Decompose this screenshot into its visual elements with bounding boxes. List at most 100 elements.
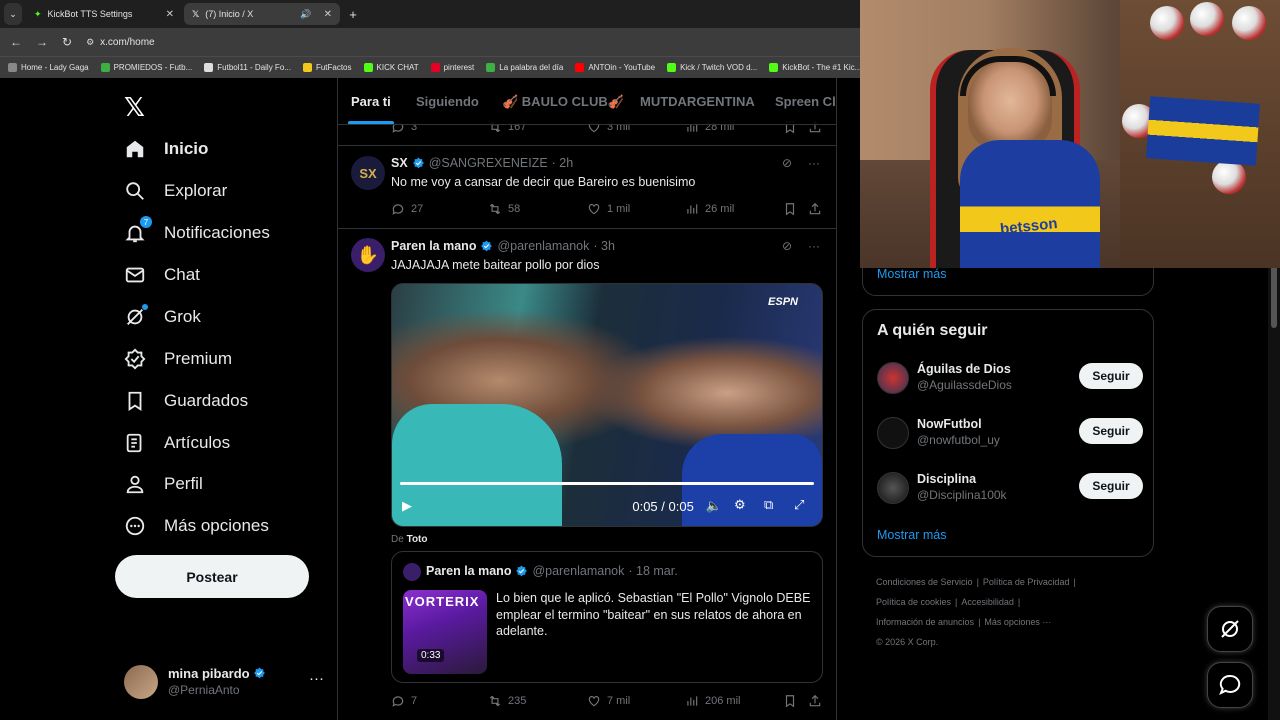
author-name[interactable]: SX [391,156,408,170]
avatar[interactable]: ✋ [351,238,385,272]
tweet-time[interactable]: · 2h [552,156,574,170]
browser-tab-kickbot[interactable]: ✦ KickBot TTS Settings ✕ [26,3,182,25]
tweet-time[interactable]: · 3h [593,239,615,253]
author-handle[interactable]: @SANGREXENEIZE [429,156,548,170]
bookmark-item[interactable]: ANTOin - YouTube [575,63,655,72]
play-icon[interactable]: ▶ [402,498,412,514]
account-switcher[interactable]: mina pibardo @PerniaAnto ··· [124,662,324,702]
author-name[interactable]: Paren la mano [391,239,476,253]
bookmark-item[interactable]: Kick / Twitch VOD d... [667,63,757,72]
follow-button[interactable]: Seguir [1079,418,1143,444]
bookmark-item[interactable]: La palabra del día [486,63,563,72]
footer-link[interactable]: Política de cookies [876,597,951,607]
quoted-video-thumbnail[interactable]: VORTERIX 0:33 [403,590,487,674]
follow-suggestion[interactable]: NowFutbol @nowfutbol_uy Seguir [877,413,1143,453]
show-more-link[interactable]: Mostrar más [877,267,946,281]
footer-link[interactable]: Condiciones de Servicio [876,577,973,587]
site-info-icon[interactable]: ⚙ [86,37,94,48]
url-field[interactable]: x.com/home [100,37,154,48]
nav-item-premium[interactable]: Premium [124,345,232,373]
nav-label: Más opciones [164,516,269,535]
reply-button[interactable]: 7 [391,694,417,708]
tab-baulo-club[interactable]: 🎻 BAULO CLUB🎻 [502,94,624,110]
show-more-link[interactable]: Mostrar más [877,528,946,542]
tab-siguiendo[interactable]: Siguiendo [416,94,479,109]
nav-item-guardados[interactable]: Guardados [124,387,248,415]
settings-icon[interactable]: ⚙ [734,497,752,515]
forward-icon[interactable]: → [36,35,48,49]
video-controls: ▶ 0:05 / 0:05 🔈 ⚙ ⧉ ⤢ [392,486,822,526]
author-handle[interactable]: @parenlamanok [497,239,589,253]
avatar[interactable]: SX [351,156,385,190]
grok-icon[interactable]: ⊘ [782,156,792,170]
messages-fab[interactable] [1207,662,1253,708]
bookmark-item[interactable]: Home - Lady Gaga [8,63,89,72]
views-button[interactable]: 206 mil [685,694,740,708]
nav-item-explorar[interactable]: Explorar [124,177,227,205]
attribution-name[interactable]: Toto [407,534,428,545]
bookmarks-bar: Home - Lady Gaga PROMIEDOS - Futb... Futbo… [0,56,860,78]
like-button[interactable]: 7 mil [587,694,630,708]
post-button[interactable]: Postear [115,555,309,598]
tab-spreen-clan[interactable]: Spreen Cla [775,94,836,109]
bookmark-label: FutFactos [315,63,352,72]
bookmark-button[interactable] [783,694,797,708]
repost-button[interactable]: 58 [488,202,520,216]
share-button[interactable] [808,202,822,216]
nav-item-chat[interactable]: Chat [124,261,200,289]
volume-icon[interactable]: 🔈 [706,498,722,514]
follow-button[interactable]: Seguir [1079,473,1143,499]
tab-list-button[interactable]: ⌄ [4,3,22,25]
close-tab-icon[interactable]: ✕ [166,9,174,20]
more-icon[interactable]: ··· [808,239,820,253]
repost-button[interactable]: 235 [488,694,526,708]
nav-item-art-culos[interactable]: Artículos [124,429,230,457]
like-button[interactable]: 1 mil [587,202,630,216]
tab-mutdargentina[interactable]: MUTDARGENTINA [640,94,755,109]
grok-icon[interactable]: ⊘ [782,239,792,253]
follow-suggestion[interactable]: Disciplina @Disciplina100k Seguir [877,468,1143,508]
bookmark-item[interactable]: PROMIEDOS - Futb... [100,63,192,72]
bookmark-button[interactable] [783,202,797,216]
follow-suggestion[interactable]: Águilas de Dios @AguilassdeDios Seguir [877,358,1143,398]
grok-fab[interactable] [1207,606,1253,652]
audio-playing-icon[interactable]: 🔊 [300,9,311,20]
reply-icon [392,204,404,215]
footer-link[interactable]: Más opciones ··· [984,617,1051,627]
nav-item-notificaciones[interactable]: 7 Notificaciones [124,216,270,247]
bookmark-item[interactable]: Futbol11 - Daily Fo... [204,63,291,72]
reload-icon[interactable]: ↻ [62,35,72,49]
fullscreen-icon[interactable]: ⤢ [794,497,812,515]
footer-separator: | [976,577,979,587]
footer-link[interactable]: Información de anuncios [876,617,974,627]
close-tab-icon[interactable]: ✕ [324,9,332,20]
nav-item-perfil[interactable]: Perfil [124,470,203,498]
bookmark-favicon-icon [8,63,17,72]
nav-item-m-s-opciones[interactable]: Más opciones [124,512,269,540]
more-icon[interactable]: ··· [309,670,324,687]
active-tab-indicator [348,121,394,124]
picture-in-picture-icon[interactable]: ⧉ [764,497,782,515]
video-player[interactable]: ESPN ▶ 0:05 / 0:05 🔈 ⚙ ⧉ ⤢ [391,283,823,527]
bookmark-item[interactable]: KICK CHAT [363,63,419,72]
bookmark-favicon-icon [430,63,440,72]
new-tab-button[interactable]: + [344,3,362,25]
follow-button[interactable]: Seguir [1079,363,1143,389]
bookmark-item[interactable]: KickBot - The #1 Kic... [769,63,860,72]
bookmark-item[interactable]: pinterest [430,63,474,72]
footer-link[interactable]: Accesibilidad [961,597,1014,607]
views-button[interactable]: 26 mil [685,202,734,216]
bookmark-item[interactable]: FutFactos [302,63,352,72]
back-icon[interactable]: ← [10,35,22,49]
nav-item-inicio[interactable]: Inicio [124,135,208,163]
reply-button[interactable]: 27 [391,202,423,216]
footer-link[interactable]: Política de Privacidad [983,577,1070,587]
tab-para-ti[interactable]: Para ti [351,94,391,109]
browser-tab-x[interactable]: 𝕏 (7) Inicio / X 🔊 ✕ [184,3,340,25]
video-progress-bar[interactable] [400,482,814,485]
x-logo-icon[interactable]: 𝕏 [124,92,145,123]
nav-item-grok[interactable]: Grok [124,303,201,331]
quoted-tweet[interactable]: Paren la mano @parenlamanok · 18 mar. VO… [391,551,823,683]
share-button[interactable] [808,694,822,708]
more-icon[interactable]: ··· [808,156,820,170]
